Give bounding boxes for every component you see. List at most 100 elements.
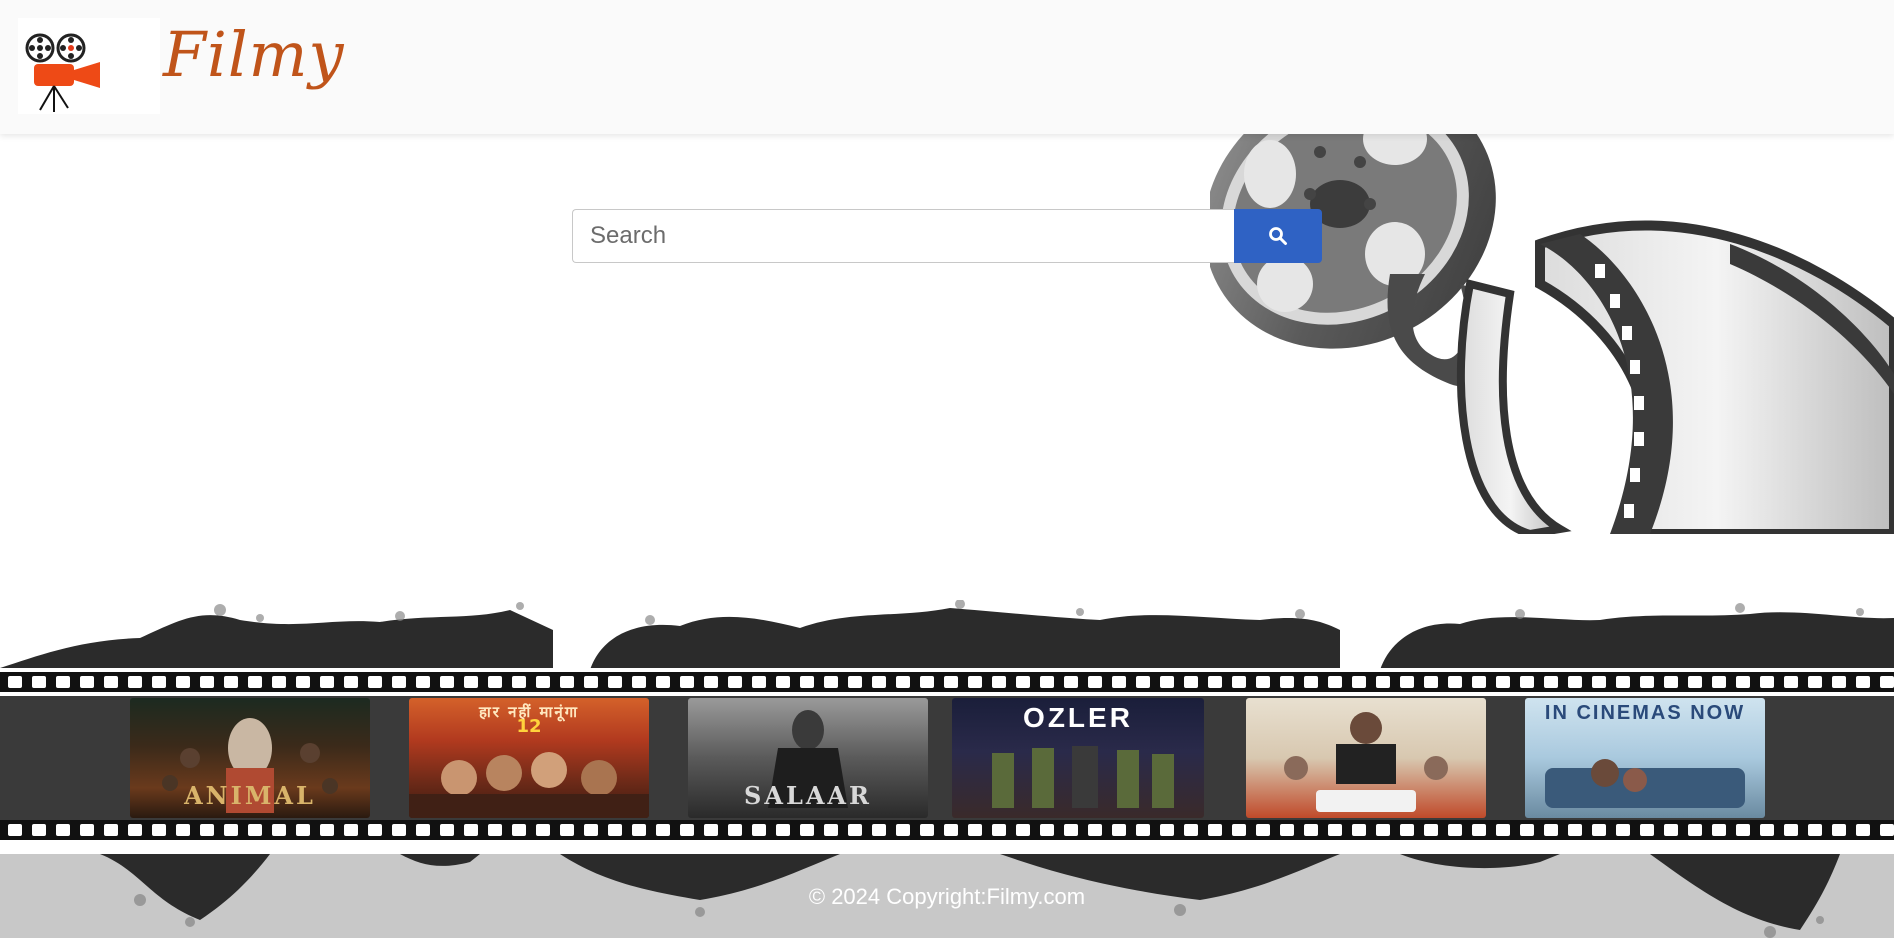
sprocket-hole <box>296 676 310 688</box>
sprocket-hole <box>920 676 934 688</box>
movie-poster[interactable]: हार नहीं मानूंगा 12 <box>409 698 649 818</box>
sprocket-hole <box>536 824 550 836</box>
sprocket-hole <box>872 676 886 688</box>
sprocket-hole <box>896 676 910 688</box>
sprocket-hole <box>56 824 70 836</box>
sprocket-hole <box>1088 676 1102 688</box>
sprocket-hole <box>368 824 382 836</box>
sprocket-hole <box>1112 824 1126 836</box>
sprocket-hole <box>728 824 742 836</box>
movie-poster[interactable] <box>1246 698 1486 818</box>
movie-projector-icon <box>25 33 100 112</box>
sprocket-hole <box>200 676 214 688</box>
sprocket-hole <box>1592 676 1606 688</box>
sprocket-hole <box>1304 676 1318 688</box>
sprocket-hole <box>896 824 910 836</box>
sprocket-hole <box>1352 824 1366 836</box>
sprocket-hole <box>416 824 430 836</box>
sprocket-hole <box>1040 824 1054 836</box>
movie-poster[interactable]: ANIMAL <box>130 698 370 818</box>
sprocket-hole <box>872 824 886 836</box>
sprocket-hole <box>1664 676 1678 688</box>
sprocket-hole <box>1568 824 1582 836</box>
sprocket-hole <box>1016 824 1030 836</box>
sprocket-hole <box>1400 824 1414 836</box>
sprocket-hole <box>1064 824 1078 836</box>
copyright-text: © 2024 Copyright:Filmy.com <box>808 884 1086 909</box>
poster-title: OZLER <box>1023 702 1133 733</box>
page: Filmy Search ANIMAL हार नहीं मानूंगा 12 … <box>0 0 1894 938</box>
sprocket-hole <box>608 676 622 688</box>
sprocket-hole <box>536 676 550 688</box>
movie-poster[interactable]: SALAAR <box>688 698 928 818</box>
sprocket-hole <box>944 824 958 836</box>
sprocket-hole <box>1136 676 1150 688</box>
sprocket-hole <box>488 824 502 836</box>
movie-poster[interactable]: OZLER <box>952 698 1204 818</box>
sprocket-hole <box>1376 824 1390 836</box>
sprocket-hole <box>1880 824 1894 836</box>
sprocket-hole <box>848 676 862 688</box>
movie-poster[interactable]: IN CINEMAS NOW <box>1525 698 1765 818</box>
sprocket-hole <box>368 676 382 688</box>
search-button[interactable] <box>1234 209 1322 263</box>
poster-title: ANIMAL <box>184 781 316 810</box>
sprocket-hole <box>1328 824 1342 836</box>
sprocket-hole <box>320 824 334 836</box>
sprocket-hole <box>656 824 670 836</box>
sprocket-hole <box>1832 824 1846 836</box>
sprocket-hole <box>656 676 670 688</box>
sprocket-hole <box>1424 676 1438 688</box>
sprocket-hole <box>1736 824 1750 836</box>
sprocket-hole <box>512 676 526 688</box>
search-icon <box>1269 227 1287 245</box>
sprocket-hole <box>776 824 790 836</box>
sprocket-hole <box>320 676 334 688</box>
sprocket-hole <box>1376 676 1390 688</box>
navbar: Filmy <box>0 0 1894 134</box>
sprocket-hole <box>1280 824 1294 836</box>
sprocket-hole <box>152 676 166 688</box>
sprocket-hole <box>248 676 262 688</box>
sprocket-hole <box>1136 824 1150 836</box>
sprocket-hole <box>1112 676 1126 688</box>
sprocket-hole <box>848 824 862 836</box>
sprocket-hole <box>1256 676 1270 688</box>
sprocket-hole <box>224 824 238 836</box>
sprocket-hole <box>1856 676 1870 688</box>
sprocket-hole <box>152 824 166 836</box>
sprocket-hole <box>1472 824 1486 836</box>
sprocket-hole <box>1568 676 1582 688</box>
sprocket-hole <box>1256 824 1270 836</box>
sprocket-hole <box>1520 676 1534 688</box>
sprocket-hole <box>1616 676 1630 688</box>
sprocket-hole <box>1184 676 1198 688</box>
sprocket-hole <box>1736 676 1750 688</box>
search-input[interactable] <box>572 209 1234 263</box>
sprocket-hole <box>800 824 814 836</box>
sprocket-hole <box>944 676 958 688</box>
sprocket-hole <box>512 824 526 836</box>
sprocket-hole <box>800 676 814 688</box>
sprocket-hole <box>1016 676 1030 688</box>
sprocket-hole <box>824 824 838 836</box>
sprocket-hole <box>920 824 934 836</box>
brand-name[interactable]: Filmy <box>163 18 345 91</box>
sprocket-hole <box>80 824 94 836</box>
sprocket-hole <box>1496 824 1510 836</box>
sprocket-hole <box>1880 676 1894 688</box>
sprocket-hole <box>1760 824 1774 836</box>
sprocket-hole <box>1688 676 1702 688</box>
sprocket-hole <box>272 824 286 836</box>
poster-tagline: IN CINEMAS NOW <box>1544 702 1746 724</box>
sprocket-hole <box>776 676 790 688</box>
sprocket-hole <box>176 676 190 688</box>
sprocket-hole <box>464 676 478 688</box>
sprocket-hole <box>344 824 358 836</box>
sprocket-hole <box>752 824 766 836</box>
logo-link[interactable] <box>18 18 160 114</box>
sprocket-hole <box>464 824 478 836</box>
poster-tagline: हार नहीं मानूंगा <box>478 703 580 721</box>
sprocket-hole <box>1424 824 1438 836</box>
sprocket-hole <box>1160 824 1174 836</box>
